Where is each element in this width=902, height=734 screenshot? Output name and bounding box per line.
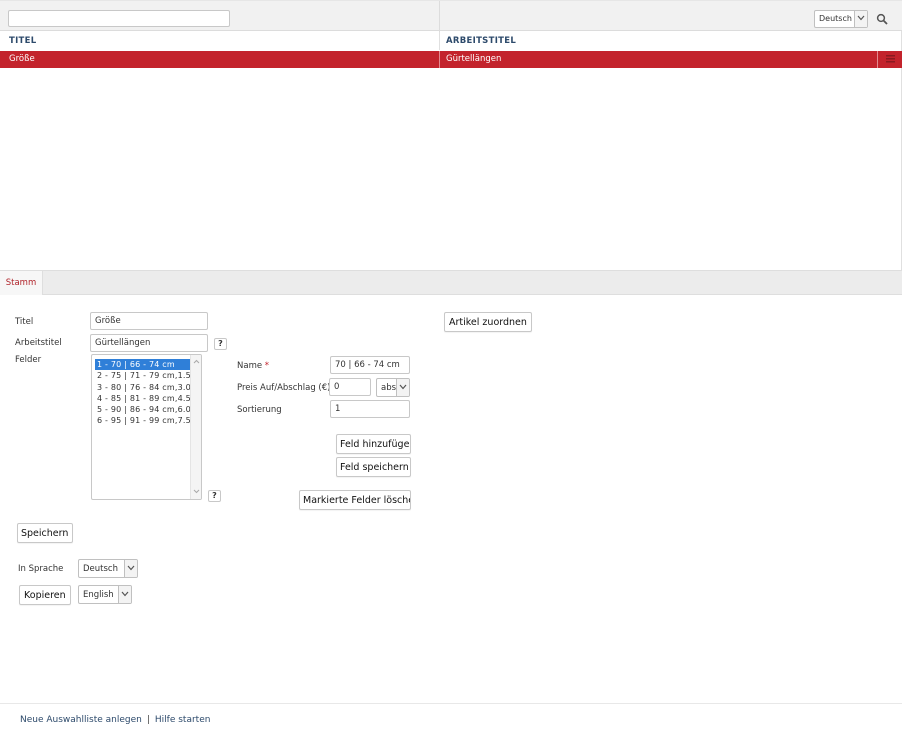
row-menu-icon[interactable] — [877, 51, 902, 68]
tab-stamm[interactable]: Stamm — [0, 271, 43, 295]
price-label: Preis Auf/Abschlag (€) — [237, 383, 331, 393]
worktitle-input[interactable]: Gürtellängen — [90, 334, 208, 352]
list-language-select[interactable]: Deutsch — [814, 10, 868, 28]
list-column-headers: TITEL ARBEITSTITEL — [0, 32, 902, 50]
chevron-down-icon — [124, 560, 137, 577]
list-item[interactable]: 5 - 90 | 86 - 94 cm,6.0 — [95, 404, 191, 415]
fields-list: 1 - 70 | 66 - 74 cm 2 - 75 | 71 - 79 cm,… — [95, 359, 191, 427]
copy-button[interactable]: Kopieren — [19, 585, 71, 605]
row-title: Größe — [9, 54, 35, 64]
required-mark: * — [264, 361, 270, 371]
in-language-label: In Sprache — [18, 564, 64, 574]
price-input[interactable]: 0 — [329, 378, 371, 396]
fields-scrollbar[interactable] — [190, 355, 201, 499]
tab-bar: Stamm — [0, 270, 902, 295]
assign-articles-button[interactable]: Artikel zuordnen — [444, 312, 532, 332]
column-header-worktitle[interactable]: ARBEITSTITEL — [446, 36, 516, 46]
header-divider — [439, 32, 440, 50]
list-item[interactable]: 2 - 75 | 71 - 79 cm,1.5 — [95, 370, 191, 381]
new-list-link[interactable]: Neue Auswahlliste anlegen — [20, 715, 142, 725]
column-header-title[interactable]: TITEL — [9, 36, 36, 46]
title-label: Titel — [15, 317, 34, 327]
filter-input[interactable] — [8, 10, 230, 27]
chevron-down-icon — [854, 11, 867, 27]
price-mode-value: abs — [381, 383, 397, 393]
copy-language-select[interactable]: English — [78, 585, 132, 604]
name-label-text: Name — [237, 361, 263, 371]
list-toolbar: Deutsch — [0, 0, 902, 32]
in-language-select[interactable]: Deutsch — [78, 559, 138, 578]
list-item[interactable]: 3 - 80 | 76 - 84 cm,3.0 — [95, 382, 191, 393]
worktitle-label: Arbeitstitel — [15, 338, 62, 348]
chevron-down-icon — [396, 379, 409, 396]
sort-input[interactable]: 1 — [330, 400, 410, 418]
footer: Neue Auswahlliste anlegen | Hilfe starten — [0, 703, 902, 734]
worktitle-help-button[interactable]: ? — [214, 338, 227, 350]
copy-language-value: English — [83, 590, 114, 600]
name-label: Name * — [237, 361, 269, 371]
sort-label: Sortierung — [237, 405, 282, 415]
list-item[interactable]: 1 - 70 | 66 - 74 cm — [95, 359, 191, 371]
fields-help-button[interactable]: ? — [208, 490, 221, 502]
save-field-button[interactable]: Feld speichern — [336, 457, 411, 477]
row-worktitle: Gürtellängen — [446, 54, 502, 64]
table-row[interactable]: Größe Gürtellängen — [0, 51, 902, 68]
list-item[interactable]: 6 - 95 | 91 - 99 cm,7.5 — [95, 415, 191, 426]
title-input[interactable]: Größe — [90, 312, 208, 330]
footer-separator: | — [146, 715, 150, 725]
save-button[interactable]: Speichern — [17, 523, 73, 543]
price-mode-select[interactable]: abs — [376, 378, 410, 397]
toolbar-divider — [439, 1, 440, 32]
delete-fields-button[interactable]: Markierte Felder löschen — [299, 490, 411, 510]
add-field-button[interactable]: Feld hinzufügen — [336, 434, 411, 454]
in-language-value: Deutsch — [83, 564, 118, 574]
list-item[interactable]: 4 - 85 | 81 - 89 cm,4.5 — [95, 393, 191, 404]
fields-listbox[interactable]: 1 - 70 | 66 - 74 cm 2 - 75 | 71 - 79 cm,… — [91, 354, 202, 500]
fields-label: Felder — [15, 355, 42, 365]
search-icon[interactable] — [876, 13, 890, 27]
footer-links: Neue Auswahlliste anlegen | Hilfe starten — [20, 715, 210, 725]
chevron-down-icon[interactable] — [193, 489, 200, 494]
help-link[interactable]: Hilfe starten — [155, 715, 211, 725]
chevron-up-icon[interactable] — [193, 359, 200, 364]
list-language-value: Deutsch — [819, 14, 852, 23]
chevron-down-icon — [118, 586, 131, 603]
row-divider — [439, 51, 440, 68]
list-panel: Deutsch TITEL ARBEITSTITEL Größe Gürtell… — [0, 0, 902, 270]
name-input[interactable]: 70 | 66 - 74 cm — [330, 356, 410, 374]
